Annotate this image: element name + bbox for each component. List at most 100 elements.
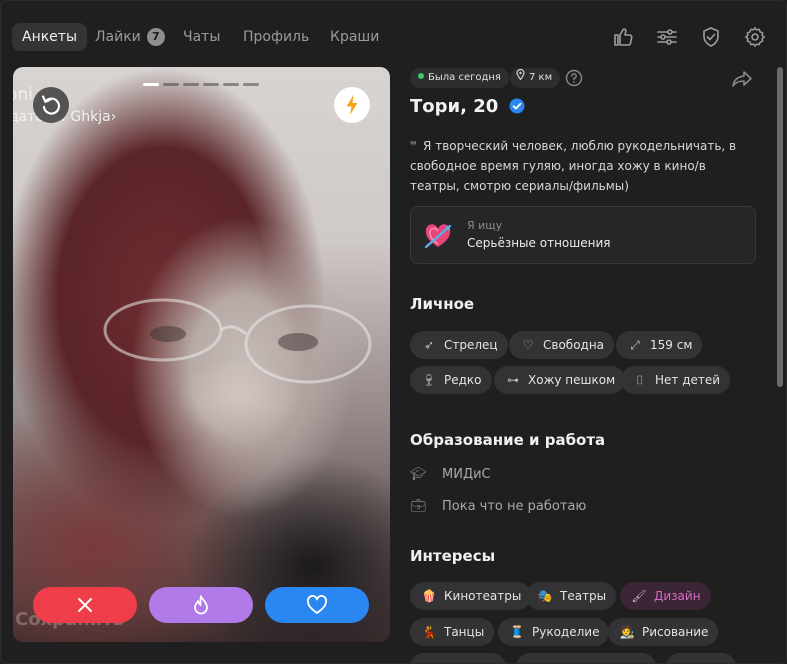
tab-label: Краши	[330, 29, 380, 45]
chip-sport: ⊶ Хожу пешком	[494, 366, 626, 394]
tab-likes[interactable]: Лайки 7	[85, 23, 175, 51]
chip-children: ⌷ Нет детей	[621, 366, 731, 394]
chip-label: Стрелец	[444, 338, 498, 352]
chip-label: Рисование	[642, 625, 709, 639]
superlike-button[interactable]	[149, 587, 253, 623]
chip-interest-highlighted: 🖌 Дизайн	[620, 582, 711, 610]
chip-label: 159 см	[650, 338, 693, 352]
chip-interest: 💃 Танцы	[410, 618, 495, 646]
app-window: Анкеты Лайки 7 Чаты Профиль Краши oni дат…	[0, 0, 787, 664]
chip-interest: 🧵 Рукоделие	[498, 618, 610, 646]
heart-with-arrow-icon	[424, 224, 452, 249]
photo-progress-segment	[143, 83, 159, 86]
chip-label: Дизайн	[654, 589, 701, 603]
about-text-body: Я творческий человек, люблю рукодельнича…	[410, 139, 737, 193]
photo-overlay-title: oni	[13, 85, 33, 105]
chip-interest: 🎭 Театры	[526, 582, 617, 610]
chip-height: ⤢ 159 см	[616, 331, 703, 359]
work-text: Пока что не работаю	[442, 499, 587, 514]
distance-badge: 7 км	[510, 68, 561, 88]
photo-progress-segment	[223, 83, 239, 86]
wine-glass-icon: 🍷︎	[421, 373, 437, 387]
chip-interest-partial	[410, 653, 506, 663]
chip-label: Свободна	[543, 338, 605, 352]
like-button[interactable]	[265, 587, 369, 623]
dumbbell-icon: ⊶	[507, 373, 519, 387]
chip-label: Нет детей	[655, 373, 721, 387]
seeking-label: Я ищу	[467, 219, 503, 232]
location-pin-icon	[516, 68, 526, 88]
tab-profile[interactable]: Профиль	[233, 23, 319, 51]
photo-progress-segment	[163, 83, 179, 86]
brush-icon: 🖌	[631, 589, 647, 603]
online-dot-icon	[418, 73, 424, 79]
verified-icon	[509, 98, 525, 114]
shield-check-icon[interactable]	[699, 25, 723, 49]
dance-icon: 💃	[421, 625, 437, 639]
photo-progress-segment	[243, 83, 259, 86]
share-icon[interactable]	[730, 69, 754, 89]
profile-photo[interactable]: oni датель: Ghkja›	[13, 67, 390, 642]
boost-button[interactable]	[334, 87, 370, 123]
rewind-icon	[41, 95, 60, 115]
chip-interest-partial	[666, 653, 736, 663]
chip-label: Редко	[444, 373, 482, 387]
tab-chats[interactable]: Чаты	[173, 23, 230, 51]
heart-icon	[307, 595, 327, 614]
briefcase-icon: 💼︎	[410, 499, 427, 514]
sliders-icon[interactable]	[655, 25, 679, 49]
glasses-shape	[103, 298, 372, 384]
tab-crushes[interactable]: Краши	[320, 23, 389, 51]
chip-label: Театры	[560, 589, 607, 603]
quote-icon: ❞	[410, 139, 418, 153]
sagittarius-icon: ➶	[423, 338, 435, 352]
about-text: ❞ Я творческий человек, люблю рукодельнич…	[410, 136, 755, 196]
profile-name-text: Тори, 20	[410, 96, 499, 117]
profile-name: Тори, 20	[410, 96, 525, 117]
chip-label: Кинотеатры	[444, 589, 522, 603]
flame-icon	[194, 595, 208, 615]
status-text: Была сегодня	[428, 72, 501, 83]
gear-icon[interactable]	[743, 25, 767, 49]
education-text: МИДиС	[442, 467, 491, 482]
close-icon	[78, 598, 92, 612]
chip-relationship: ♡ Свободна	[509, 331, 615, 359]
tab-ankety[interactable]: Анкеты	[12, 23, 88, 51]
popcorn-icon: 🍿	[421, 589, 437, 603]
heart-outline-icon: ♡	[522, 338, 534, 352]
tab-label: Чаты	[183, 29, 221, 45]
online-status-badge: Была сегодня	[410, 68, 509, 88]
seeking-card: Я ищу Серьёзные отношения	[410, 206, 756, 264]
thread-icon: 🧵	[509, 625, 525, 639]
education-item: 🎓︎ МИДиС	[410, 467, 491, 482]
personal-section-title: Личное	[410, 295, 475, 313]
top-navigation: Анкеты Лайки 7 Чаты Профиль Краши	[1, 1, 786, 71]
seeking-value: Серьёзные отношения	[467, 236, 611, 250]
photo-progress-segment	[203, 83, 219, 86]
artist-icon: 🧑‍🎨	[619, 625, 635, 639]
distance-text: 7 км	[529, 72, 553, 83]
chip-interest: 🍿 Кинотеатры	[410, 582, 532, 610]
chip-interest: 🧑‍🎨 Рисование	[608, 618, 719, 646]
chip-label: Хожу пешком	[528, 373, 616, 387]
tab-label: Профиль	[243, 29, 310, 45]
theater-masks-icon: 🎭	[537, 589, 553, 603]
likes-count-badge: 7	[146, 28, 165, 46]
dislike-button[interactable]	[33, 587, 137, 623]
rewind-button[interactable]	[33, 87, 69, 123]
interests-section-title: Интересы	[410, 547, 496, 565]
chip-label: Рукоделие	[532, 625, 600, 639]
lightning-icon	[346, 95, 358, 115]
tab-label: Лайки	[95, 29, 141, 45]
thumbs-up-icon[interactable]	[611, 25, 635, 49]
chip-alcohol: 🍷︎ Редко	[410, 366, 492, 394]
chip-zodiac: ➶ Стрелец	[410, 331, 508, 359]
photo-progress-segment	[183, 83, 199, 86]
help-circle-icon[interactable]	[565, 69, 583, 87]
baby-bottle-icon: ⌷	[636, 373, 644, 387]
education-section-title: Образование и работа	[410, 431, 606, 449]
graduation-cap-icon: 🎓︎	[410, 467, 427, 482]
work-item: 💼︎ Пока что не работаю	[410, 499, 586, 514]
scrollbar-thumb[interactable]	[777, 67, 783, 387]
chip-label: Танцы	[444, 625, 485, 639]
